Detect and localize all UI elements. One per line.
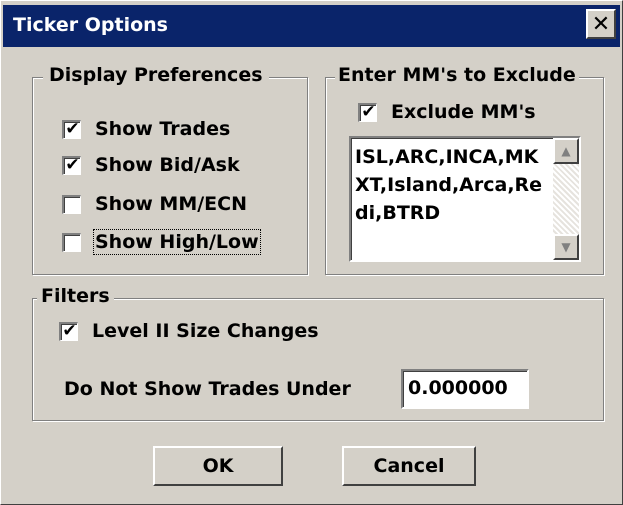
exclude-mm-group: Enter MM's to Exclude ✔ Exclude MM's ISL… [325,64,604,275]
check-mark-icon: ✔ [62,320,77,341]
trades-under-input[interactable]: 0.000000 [401,369,529,409]
check-mark-icon: ✔ [65,118,80,139]
filters-title: Filters [37,285,114,307]
check-mark-icon: ✔ [65,154,80,175]
show-high-low-checkbox[interactable]: Show High/Low [62,228,261,256]
display-preferences-group: Display Preferences ✔ Show Trades ✔ Show… [32,64,308,275]
cancel-button-label: Cancel [373,455,445,477]
window-title: Ticker Options [13,14,168,36]
show-bid-ask-checkbox[interactable]: ✔ Show Bid/Ask [62,151,240,179]
exclude-mms-checkbox[interactable]: ✔ Exclude MM's [358,98,536,126]
close-button[interactable]: ✕ [586,9,616,39]
ticker-options-dialog: Ticker Options ✕ Display Preferences ✔ S… [0,0,623,505]
check-mark-icon: ✔ [361,101,376,122]
level-ii-size-changes-checkbox[interactable]: ✔ Level II Size Changes [59,317,319,345]
trades-under-value[interactable]: 0.000000 [408,377,508,399]
scroll-down-arrow-icon: ▼ [561,240,571,254]
exclude-mms-label: Exclude MM's [391,101,536,123]
show-trades-checkbox[interactable]: ✔ Show Trades [62,115,230,143]
vertical-scrollbar[interactable]: ▲ ▼ [553,138,579,260]
display-preferences-title: Display Preferences [43,64,269,86]
show-trades-label: Show Trades [95,118,231,140]
trades-under-label: Do Not Show Trades Under [64,378,351,400]
show-mm-ecn-checkbox[interactable]: Show MM/ECN [62,190,247,218]
checkbox-box[interactable]: ✔ [59,320,78,341]
show-high-low-label: Show High/Low [93,229,261,255]
exclude-mm-title: Enter MM's to Exclude [335,64,579,86]
ok-button-label: OK [202,455,234,477]
scroll-up-button[interactable]: ▲ [553,138,579,164]
checkbox-box[interactable]: ✔ [62,118,81,139]
checkbox-box[interactable] [62,232,81,252]
checkbox-box[interactable] [62,194,81,214]
show-bid-ask-label: Show Bid/Ask [95,154,240,176]
title-bar[interactable]: Ticker Options ✕ [3,5,620,47]
level-ii-size-changes-label: Level II Size Changes [92,320,319,342]
scroll-up-arrow-icon: ▲ [561,144,571,158]
filters-group: Filters ✔ Level II Size Changes Do Not S… [32,285,604,421]
close-icon: ✕ [591,12,611,37]
cancel-button[interactable]: Cancel [342,446,476,486]
checkbox-box[interactable]: ✔ [358,101,377,122]
show-mm-ecn-label: Show MM/ECN [95,193,248,215]
excluded-mm-list-text[interactable]: ISL,ARC,INCA,MKXT,Island,Arca,Redi,BTRD [355,143,551,227]
scroll-down-button[interactable]: ▼ [553,234,579,260]
excluded-mm-list-input[interactable]: ISL,ARC,INCA,MKXT,Island,Arca,Redi,BTRD … [349,136,581,262]
ok-button[interactable]: OK [153,446,283,486]
checkbox-box[interactable]: ✔ [62,154,81,175]
